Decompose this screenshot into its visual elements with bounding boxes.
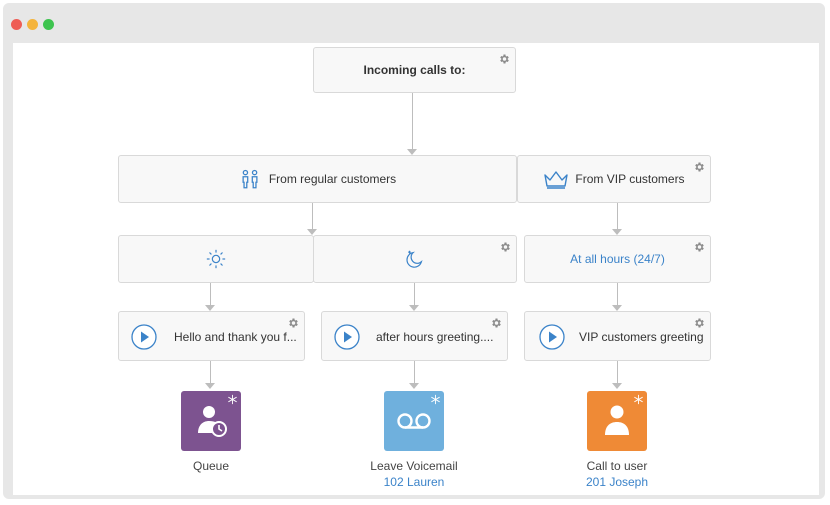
moon-icon <box>406 250 423 268</box>
call-flow-canvas: Incoming calls to: From regular customer… <box>13 43 819 495</box>
play-icon[interactable] <box>334 324 360 350</box>
greeting-node-2[interactable]: after hours greeting.... <box>321 311 508 361</box>
gear-icon[interactable] <box>693 161 705 173</box>
greeting-label-1: Hello and thank you f... <box>174 330 297 344</box>
connector-regular <box>312 203 313 231</box>
connector-greeting-1 <box>210 361 211 385</box>
connector-day <box>210 283 211 307</box>
call-user-extension[interactable]: 201 Joseph <box>547 475 687 489</box>
vip-customers-node[interactable]: From VIP customers <box>517 155 711 203</box>
greeting-label-3: VIP customers greeting <box>579 330 704 344</box>
connector-root <box>412 93 413 151</box>
arrow-greeting-3 <box>612 383 622 389</box>
gear-icon[interactable] <box>287 317 299 329</box>
connector-vip <box>617 203 618 231</box>
queue-user-icon <box>198 406 227 437</box>
call-user-tile[interactable] <box>587 391 647 451</box>
crown-icon <box>544 171 569 189</box>
regular-customers-node[interactable]: From regular customers <box>118 155 517 203</box>
voicemail-tile[interactable] <box>384 391 444 451</box>
play-icon[interactable] <box>131 324 157 350</box>
gear-icon[interactable] <box>498 53 510 65</box>
call-user-label: Call to user <box>586 459 648 473</box>
all-hours-label: At all hours (24/7) <box>570 252 665 266</box>
people-icon <box>242 169 258 189</box>
regular-customers-label: From regular customers <box>268 172 397 186</box>
greeting-node-1[interactable]: Hello and thank you f... <box>118 311 305 361</box>
all-hours-node[interactable]: At all hours (24/7) <box>524 235 711 283</box>
arrow-greeting-2 <box>409 383 419 389</box>
sun-icon <box>206 249 226 269</box>
snowflake-icon <box>228 394 237 405</box>
queue-label: Queue <box>192 459 230 473</box>
after-hours-node[interactable] <box>313 235 517 283</box>
voicemail-label: Leave Voicemail <box>370 459 458 473</box>
gear-icon[interactable] <box>693 317 705 329</box>
queue-tile[interactable] <box>181 391 241 451</box>
gear-icon[interactable] <box>693 241 705 253</box>
connector-allhours <box>617 283 618 307</box>
incoming-calls-label: Incoming calls to: <box>363 63 466 77</box>
voicemail-extension[interactable]: 102 Lauren <box>344 475 484 489</box>
incoming-calls-node[interactable]: Incoming calls to: <box>313 47 516 93</box>
connector-greeting-2 <box>414 361 415 385</box>
greeting-node-3[interactable]: VIP customers greeting <box>524 311 711 361</box>
play-icon[interactable] <box>539 324 565 350</box>
window-minimize-button[interactable] <box>27 19 38 30</box>
voicemail-icon <box>397 413 431 429</box>
daytime-node[interactable] <box>118 235 314 283</box>
gear-icon[interactable] <box>490 317 502 329</box>
connector-night <box>414 283 415 307</box>
snowflake-icon <box>634 394 643 405</box>
connector-greeting-3 <box>617 361 618 385</box>
app-window: Incoming calls to: From regular customer… <box>3 3 825 499</box>
vip-customers-label: From VIP customers <box>575 172 685 186</box>
user-icon <box>605 405 629 435</box>
greeting-label-2: after hours greeting.... <box>376 330 494 344</box>
gear-icon[interactable] <box>499 241 511 253</box>
arrow-greeting-1 <box>205 383 215 389</box>
snowflake-icon <box>431 394 440 405</box>
window-close-button[interactable] <box>11 19 22 30</box>
window-maximize-button[interactable] <box>43 19 54 30</box>
